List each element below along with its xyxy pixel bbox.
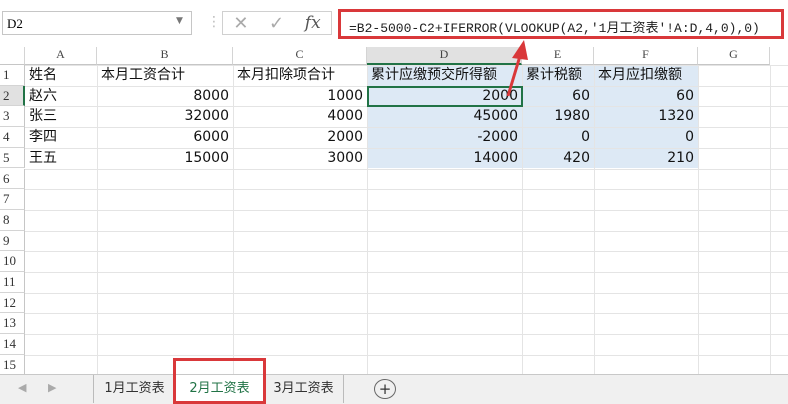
sheet-tab-bar: ◀ ▶ 1月工资表 2月工资表 3月工资表 + xyxy=(0,374,788,404)
annotation-arrow xyxy=(506,40,528,97)
scroll-right-icon[interactable]: ▶ xyxy=(48,381,56,394)
add-sheet-icon[interactable]: + xyxy=(374,379,396,399)
sheet-tab-1[interactable]: 1月工资表 xyxy=(93,375,175,403)
sheet-tab-3[interactable]: 3月工资表 xyxy=(264,375,344,403)
tab-highlight-box xyxy=(173,358,266,404)
scroll-left-icon[interactable]: ◀ xyxy=(18,381,26,394)
